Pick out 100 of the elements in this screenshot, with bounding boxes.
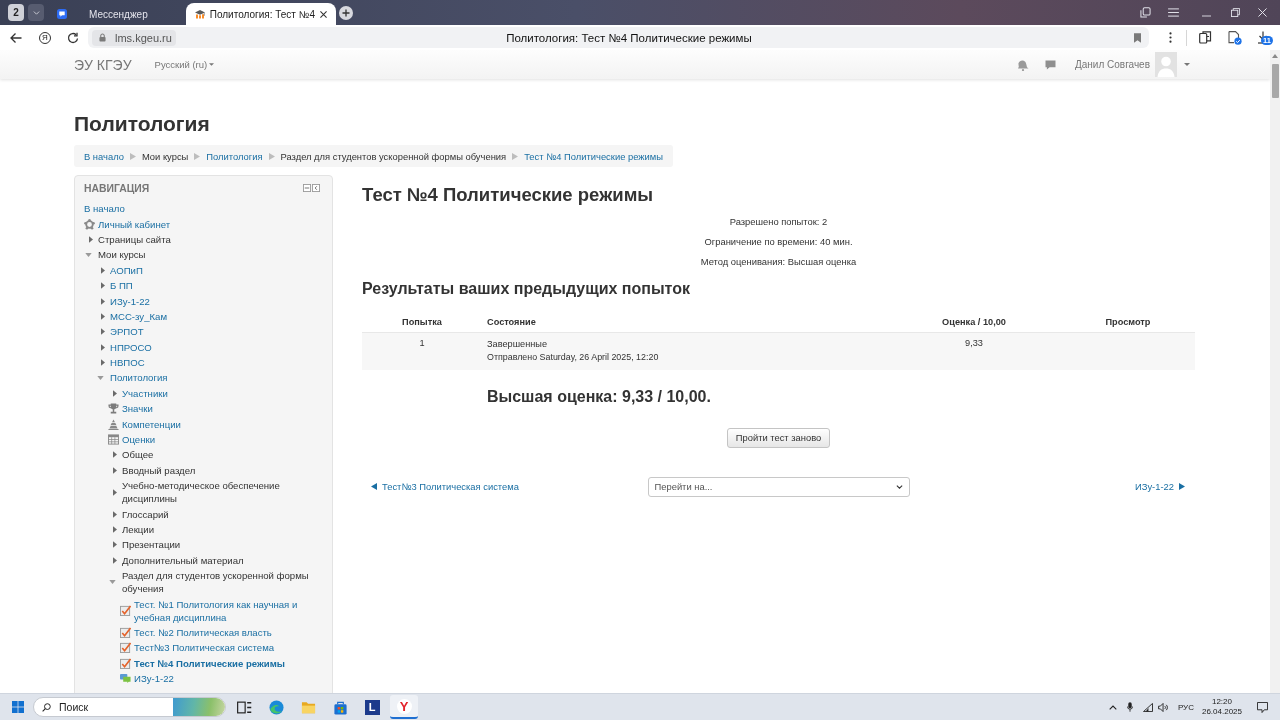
caret-icon[interactable] bbox=[113, 510, 117, 518]
nav-link[interactable]: Участники bbox=[122, 385, 168, 402]
nav-link[interactable]: ИЗу-1-22 bbox=[110, 293, 150, 309]
nav-link[interactable]: МСС-зу_Кам bbox=[110, 308, 167, 325]
menu-icon[interactable] bbox=[1168, 8, 1179, 17]
taskbar-button[interactable]: Y bbox=[390, 695, 418, 719]
taskbar-button[interactable]: L bbox=[358, 695, 386, 719]
new-tab-icon[interactable] bbox=[339, 5, 353, 20]
caret-icon[interactable] bbox=[89, 235, 93, 243]
lock-icon bbox=[99, 33, 106, 42]
nav-item[interactable]: Презентации bbox=[122, 537, 181, 553]
nav-link[interactable]: Тест№3 Политическая система bbox=[134, 640, 275, 656]
nav-link[interactable]: Политология bbox=[110, 370, 168, 386]
caret-icon[interactable] bbox=[113, 389, 117, 397]
close-icon[interactable] bbox=[320, 10, 327, 18]
next-link[interactable]: ИЗу-1-22 bbox=[1135, 481, 1185, 492]
reload-icon[interactable] bbox=[67, 31, 79, 44]
nav-item[interactable]: Общее bbox=[122, 447, 154, 463]
nav-link[interactable]: Тест №4 Политические режимы bbox=[134, 655, 285, 671]
nav-item[interactable]: Глоссарий bbox=[122, 506, 169, 522]
nav-link[interactable]: Б ПП bbox=[110, 277, 133, 294]
nav-link[interactable]: Значки bbox=[122, 401, 153, 417]
document-check-icon[interactable] bbox=[1228, 30, 1242, 45]
breadcrumb-link[interactable]: Политология bbox=[206, 150, 263, 162]
bell-icon[interactable] bbox=[1017, 58, 1029, 71]
nav-item[interactable]: Раздел для студентов ускоренной формы обучения bbox=[122, 567, 310, 597]
browser-tab[interactable]: Политология: Тест №4 bbox=[185, 3, 336, 25]
nav-link[interactable]: ИЗу-1-22 bbox=[134, 670, 174, 687]
back-arrow-icon[interactable] bbox=[10, 31, 22, 44]
dock-block-icon[interactable] bbox=[312, 184, 320, 192]
illustration-placeholder bbox=[173, 698, 225, 716]
wifi-icon[interactable] bbox=[1142, 702, 1153, 712]
scrollbar[interactable] bbox=[1270, 50, 1280, 693]
scrollbar-thumb[interactable] bbox=[1271, 64, 1279, 98]
retake-button[interactable]: Пройти тест заново bbox=[726, 427, 831, 448]
nav-item[interactable]: Лекции bbox=[122, 521, 155, 538]
language-menu[interactable]: Русский (ru) bbox=[154, 59, 215, 70]
caret-icon[interactable] bbox=[113, 526, 117, 533]
notification-icon[interactable] bbox=[1257, 701, 1268, 713]
bookmark-icon[interactable] bbox=[1134, 32, 1141, 43]
address-bar[interactable]: lms.kgeu.ru Политология: Тест №4 Политические режимы bbox=[88, 27, 1149, 48]
caret-icon[interactable] bbox=[101, 312, 105, 320]
nav-link[interactable]: Тест. №1 Политология как научная и учебная дисциплина bbox=[134, 596, 310, 625]
clock-time[interactable]: 12:20 bbox=[1211, 697, 1232, 707]
prev-link[interactable]: Тест№3 Политическая система bbox=[371, 481, 519, 492]
caret-icon[interactable] bbox=[113, 488, 117, 496]
nav-link[interactable]: ЭРПОТ bbox=[110, 324, 144, 340]
nav-link[interactable]: Тест. №2 Политическая власть bbox=[134, 624, 272, 641]
breadcrumb-link[interactable]: В начало bbox=[84, 150, 124, 162]
chevron-up-icon[interactable] bbox=[1108, 704, 1117, 710]
site-info-button[interactable]: lms.kgeu.ru bbox=[92, 29, 176, 46]
microphone-icon[interactable] bbox=[1126, 702, 1133, 712]
minimize-icon[interactable] bbox=[1202, 14, 1211, 17]
nav-link[interactable]: АОПиП bbox=[110, 262, 143, 278]
caret-icon[interactable] bbox=[101, 266, 105, 274]
task-view-icon bbox=[236, 699, 252, 715]
jump-select[interactable]: Перейти на... bbox=[647, 476, 910, 497]
caret-icon[interactable] bbox=[101, 297, 105, 305]
caret-icon[interactable] bbox=[101, 359, 105, 367]
nav-link[interactable]: НВПОС bbox=[110, 354, 145, 371]
scroll-up-icon[interactable] bbox=[1272, 54, 1278, 58]
nav-item[interactable]: Вводный раздел bbox=[122, 462, 196, 478]
table-cell: 9,33 bbox=[965, 338, 983, 348]
breadcrumb-link[interactable]: Тест №4 Политические режимы bbox=[524, 150, 663, 162]
caret-icon[interactable] bbox=[97, 376, 104, 380]
shopping-bag-icon bbox=[332, 699, 348, 715]
caret-icon[interactable] bbox=[113, 466, 117, 474]
nav-item[interactable]: Страницы сайта bbox=[98, 231, 171, 248]
browser-tab[interactable]: Мессенджер bbox=[52, 3, 186, 25]
nav-link[interactable]: В начало bbox=[84, 201, 125, 217]
caret-icon[interactable] bbox=[1184, 63, 1190, 66]
clock-date[interactable]: 26.04.2025 bbox=[1201, 707, 1242, 717]
tab-count-button[interactable]: 2 bbox=[8, 4, 24, 21]
nav-link[interactable]: НПРОСО bbox=[110, 339, 152, 355]
speaker-icon[interactable] bbox=[1157, 702, 1169, 712]
nav-link[interactable]: Личный кабинет bbox=[98, 216, 171, 232]
caret-icon[interactable] bbox=[85, 252, 92, 257]
nav-item[interactable]: Мои курсы bbox=[98, 247, 146, 263]
caret-icon[interactable] bbox=[101, 328, 105, 336]
search-field[interactable]: Поиск bbox=[33, 697, 226, 717]
caret-icon[interactable] bbox=[101, 343, 105, 351]
caret-icon[interactable] bbox=[101, 282, 105, 290]
nav-item[interactable]: Дополнительный материал bbox=[122, 552, 244, 568]
caret-icon[interactable] bbox=[113, 451, 117, 459]
more-options-icon[interactable] bbox=[1169, 32, 1172, 43]
nav-item[interactable]: Учебно-методическое обеспечение дисциплины bbox=[122, 478, 310, 507]
nav-link[interactable]: Оценки bbox=[122, 431, 156, 448]
panel-icon[interactable] bbox=[1199, 31, 1212, 44]
collections-icon[interactable] bbox=[1140, 7, 1151, 18]
user-name[interactable]: Данил Совгачев bbox=[1075, 59, 1150, 70]
app-letter-icon: L bbox=[364, 699, 380, 715]
site-brand[interactable]: ЭУ КГЭУ bbox=[74, 56, 132, 73]
caret-icon[interactable] bbox=[113, 541, 117, 549]
caret-icon[interactable] bbox=[109, 580, 116, 585]
nav-link[interactable]: Компетенции bbox=[122, 416, 181, 432]
restore-icon[interactable] bbox=[1231, 8, 1240, 17]
caret-icon[interactable] bbox=[113, 556, 117, 564]
minimize-block-icon[interactable] bbox=[303, 184, 311, 192]
input-language[interactable]: РУС bbox=[1177, 702, 1194, 712]
chat-icon[interactable] bbox=[1045, 59, 1056, 70]
